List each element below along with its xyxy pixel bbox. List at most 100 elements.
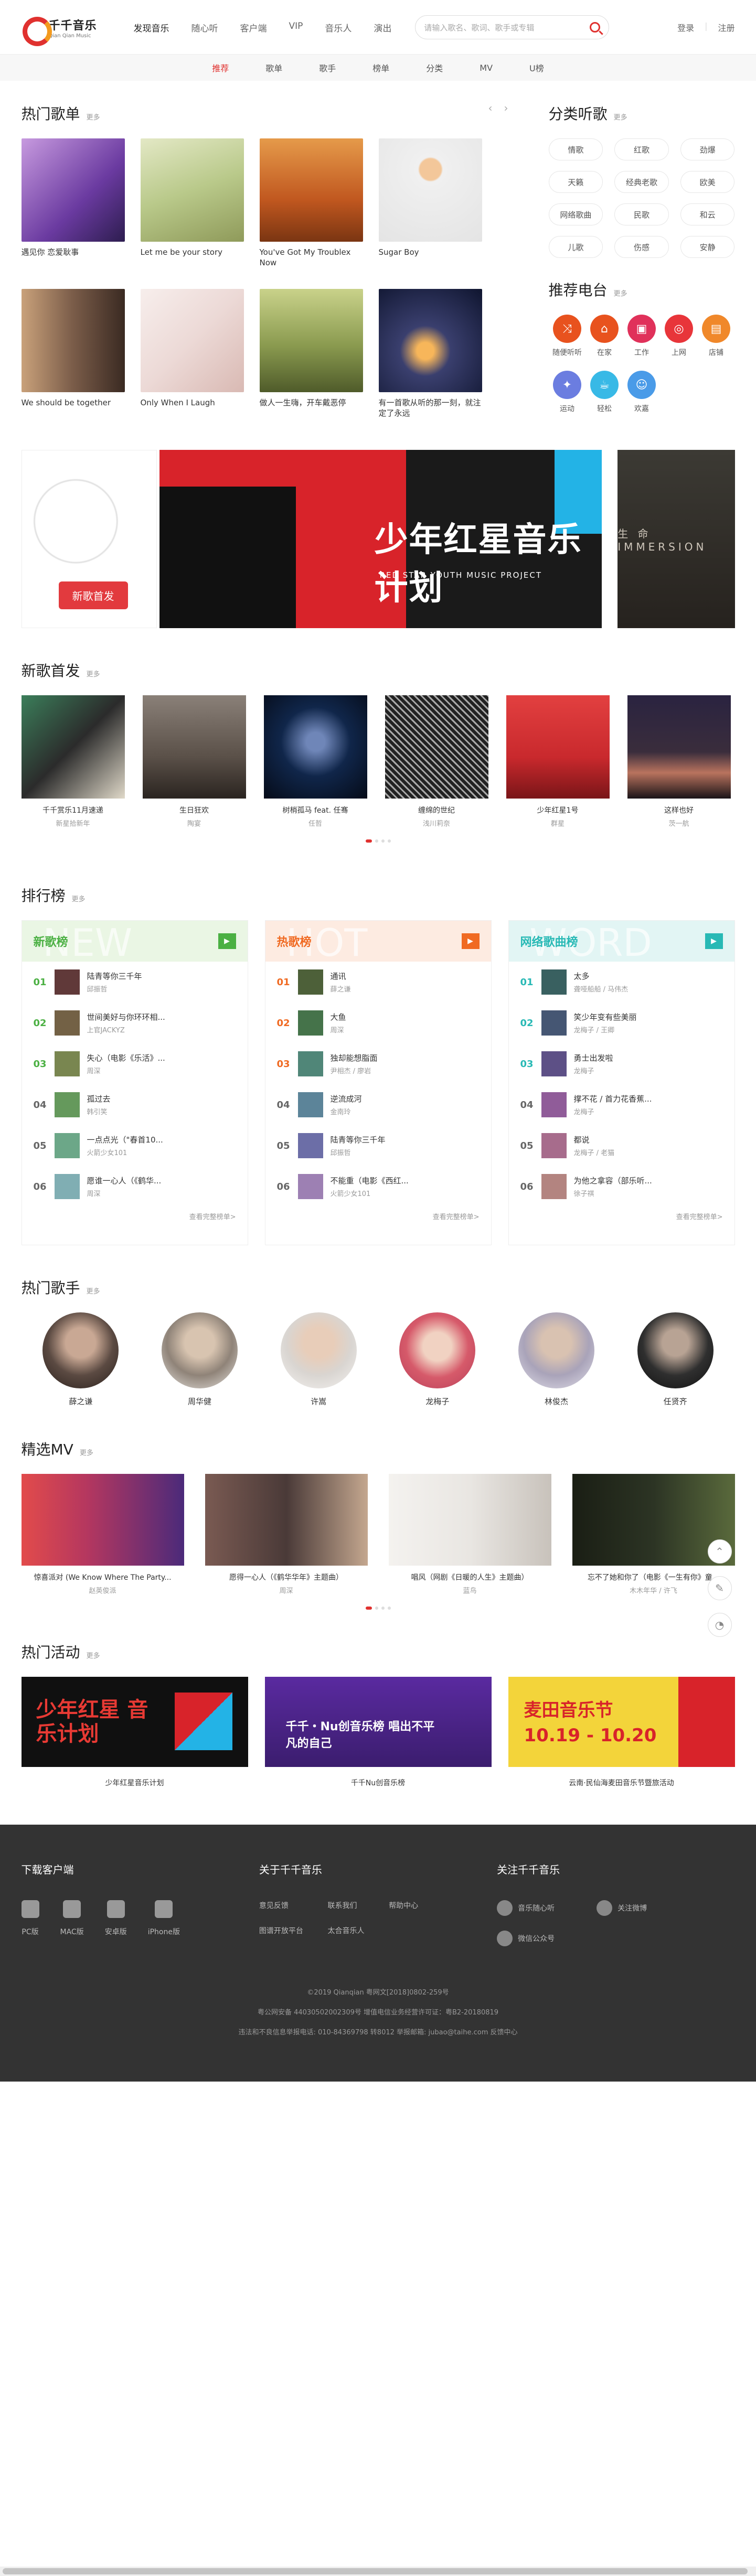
ranking-row[interactable]: 04 逆流成河 金南玲 [265, 1084, 491, 1125]
carousel-dot[interactable] [365, 1607, 372, 1610]
ranking-row[interactable]: 05 一点点光（"春首10... 火箭少女101 [22, 1125, 248, 1166]
carousel-dot[interactable] [387, 1607, 391, 1610]
rank-song-artist[interactable]: 龙梅子 [574, 1106, 652, 1116]
ranking-header[interactable]: HOT 热歌榜 ▶ [265, 921, 491, 962]
playlist-name[interactable]: You've Got My Troublex Now [260, 247, 363, 268]
playlist-name[interactable]: 有一首歌从听的那一刻，就注定了永远 [379, 397, 482, 418]
event-title[interactable]: 千千Nu创音乐榜 [265, 1777, 492, 1788]
more-link[interactable]: 更多 [87, 112, 100, 122]
ranking-row[interactable]: 06 不能重（电影《西红... 火箭少女101 [265, 1166, 491, 1207]
song-artist[interactable]: 陶宴 [143, 818, 246, 828]
rank-thumb[interactable] [541, 1174, 567, 1199]
playlist-cover[interactable] [140, 138, 244, 242]
song-title[interactable]: 千千赏乐11月速递 [22, 805, 125, 815]
singer-name[interactable]: 林俊杰 [545, 1396, 568, 1407]
rank-thumb[interactable] [54, 1133, 80, 1158]
rank-song-title[interactable]: 不能重（电影《西红... [331, 1175, 409, 1186]
category-tag[interactable]: 民歌 [614, 203, 669, 225]
rank-thumb[interactable] [297, 1133, 323, 1158]
rank-song-title[interactable]: 陆青等你三千年 [331, 1134, 386, 1145]
ranking-row[interactable]: 02 世间美好与你环环相... 上官JACKYZ [22, 1003, 248, 1043]
tab-mv[interactable]: MV [480, 63, 493, 73]
more-link[interactable]: 更多 [80, 1447, 93, 1457]
rank-song-artist[interactable]: 周深 [87, 1188, 162, 1198]
nav-discover[interactable]: 发现音乐 [134, 21, 169, 34]
footer-link[interactable]: 意见反馈 [259, 1900, 312, 1911]
song-card[interactable]: 千千赏乐11月速递 新星拾新年 [21, 695, 125, 828]
song-title[interactable]: 生日狂欢 [143, 805, 246, 815]
mv-cover[interactable] [205, 1474, 368, 1566]
song-card[interactable]: 缠绵的世纪 浅川莉奈 [385, 695, 488, 828]
more-link[interactable]: 更多 [87, 1650, 100, 1660]
avatar[interactable] [518, 1312, 594, 1388]
ranking-row[interactable]: 02 笑少年变有些美丽 龙梅子 / 王卿 [509, 1003, 734, 1043]
ranking-row[interactable]: 01 通讯 薛之谦 [265, 962, 491, 1003]
singer-card[interactable]: 许嵩 [280, 1312, 357, 1407]
singer-card[interactable]: 林俊杰 [518, 1312, 594, 1407]
song-card[interactable]: 少年红星1号 群星 [506, 695, 610, 828]
rank-song-title[interactable]: 陆青等你三千年 [87, 971, 142, 982]
mv-artist[interactable]: 蓝鸟 [389, 1585, 551, 1595]
rank-thumb[interactable] [541, 969, 567, 995]
rank-song-artist[interactable]: 薛之谦 [331, 984, 351, 994]
rank-thumb[interactable] [297, 969, 323, 995]
more-link[interactable]: 更多 [614, 112, 627, 122]
mv-title[interactable]: 唱风（网剧《日暖的人生》主题曲） [389, 1572, 551, 1582]
singer-name[interactable]: 龙梅子 [425, 1396, 449, 1407]
song-cover[interactable] [263, 695, 367, 799]
category-tag[interactable]: 劲爆 [680, 138, 735, 160]
search-input[interactable]: 请输入歌名、歌词、歌手或专辑 [415, 15, 610, 39]
song-card[interactable]: 这样也好 茨一航 [627, 695, 731, 828]
rank-thumb[interactable] [54, 1092, 80, 1117]
ranking-row[interactable]: 03 勇士出发啦 龙梅子 [509, 1043, 734, 1084]
playlist-name[interactable]: Sugar Boy [379, 247, 482, 257]
shop-icon[interactable]: ▤ [702, 315, 730, 343]
radio-item[interactable]: ⤨ 随便听听 [549, 315, 586, 358]
singer-card[interactable]: 任贤齐 [637, 1312, 714, 1407]
playlist-card[interactable]: We should be together [21, 289, 125, 418]
banner-main-slide[interactable]: 少年红星音乐计划 RED STAR YOUTH MUSIC PROJECT [159, 450, 602, 628]
ranking-title[interactable]: 热歌榜 [277, 933, 312, 950]
ranking-row[interactable]: 05 都说 龙梅子 / 老猫 [509, 1125, 734, 1166]
playlist-card[interactable]: 做人一生嗨，开车戴恶停 [259, 289, 363, 418]
banner-carousel[interactable]: 新歌首发 少年红星音乐计划 RED STAR YOUTH MUSIC PROJE… [21, 450, 735, 628]
rank-thumb[interactable] [297, 1174, 323, 1199]
footer-link[interactable]: 联系我们 [327, 1900, 373, 1911]
rank-thumb[interactable] [54, 1010, 80, 1036]
play-icon[interactable]: ▶ [218, 933, 236, 949]
playlist-cover[interactable] [378, 138, 482, 242]
avatar[interactable] [280, 1312, 357, 1388]
rank-thumb[interactable] [297, 1051, 323, 1076]
playlist-card[interactable]: Sugar Boy [378, 138, 482, 268]
ranking-more-link[interactable]: 查看完整榜单> [509, 1207, 734, 1225]
carousel-dot[interactable] [381, 1607, 385, 1610]
mv-cover[interactable] [21, 1474, 184, 1566]
follow-weibo[interactable]: 关注微博 [597, 1900, 647, 1916]
song-cover[interactable] [21, 695, 125, 799]
playlist-name[interactable]: 遇见你 恋爱耿事 [22, 247, 125, 257]
event-title[interactable]: 云南·民仙海麦田音乐节暨旅活动 [508, 1777, 735, 1788]
footer-link[interactable]: 帮助中心 [389, 1900, 427, 1911]
rank-song-artist[interactable]: 火箭少女101 [331, 1188, 409, 1198]
download-mac[interactable]: MAC版 [60, 1900, 84, 1937]
mv-card[interactable]: 愿得一心人（《鹤华华年》主题曲） 周深 [205, 1474, 368, 1595]
carousel-dot[interactable] [375, 839, 378, 843]
share-icon[interactable]: ◔ [707, 1613, 732, 1637]
radio-item[interactable]: ◎ 上网 [661, 315, 698, 358]
radio-item[interactable]: ⌂ 在家 [586, 315, 623, 358]
radio-item[interactable]: ▤ 店铺 [698, 315, 735, 358]
rank-song-artist[interactable]: 韩引笑 [87, 1106, 111, 1116]
song-artist[interactable]: 浅川莉奈 [385, 818, 488, 828]
rank-song-title[interactable]: 孤过去 [87, 1093, 111, 1104]
feedback-icon[interactable]: ✎ [707, 1576, 732, 1600]
ranking-row[interactable]: 03 独却能想脂面 尹相杰 / 廖岩 [265, 1043, 491, 1084]
rank-song-title[interactable]: 为他之拿容（部乐听... [574, 1175, 652, 1186]
radio-item[interactable]: ☕ 轻松 [586, 371, 623, 414]
song-artist[interactable]: 茨一航 [627, 818, 731, 828]
mv-artist[interactable]: 周深 [205, 1585, 368, 1595]
song-cover[interactable] [506, 695, 610, 799]
mv-card[interactable]: 惊喜派对 (We Know Where The Party... 赵英俊派 [21, 1474, 184, 1595]
song-card[interactable]: 树梢孤马 feat. 任骞 任哲 [263, 695, 367, 828]
footer-link[interactable]: 太合音乐人 [327, 1925, 373, 1936]
rank-song-title[interactable]: 都说 [574, 1134, 615, 1145]
